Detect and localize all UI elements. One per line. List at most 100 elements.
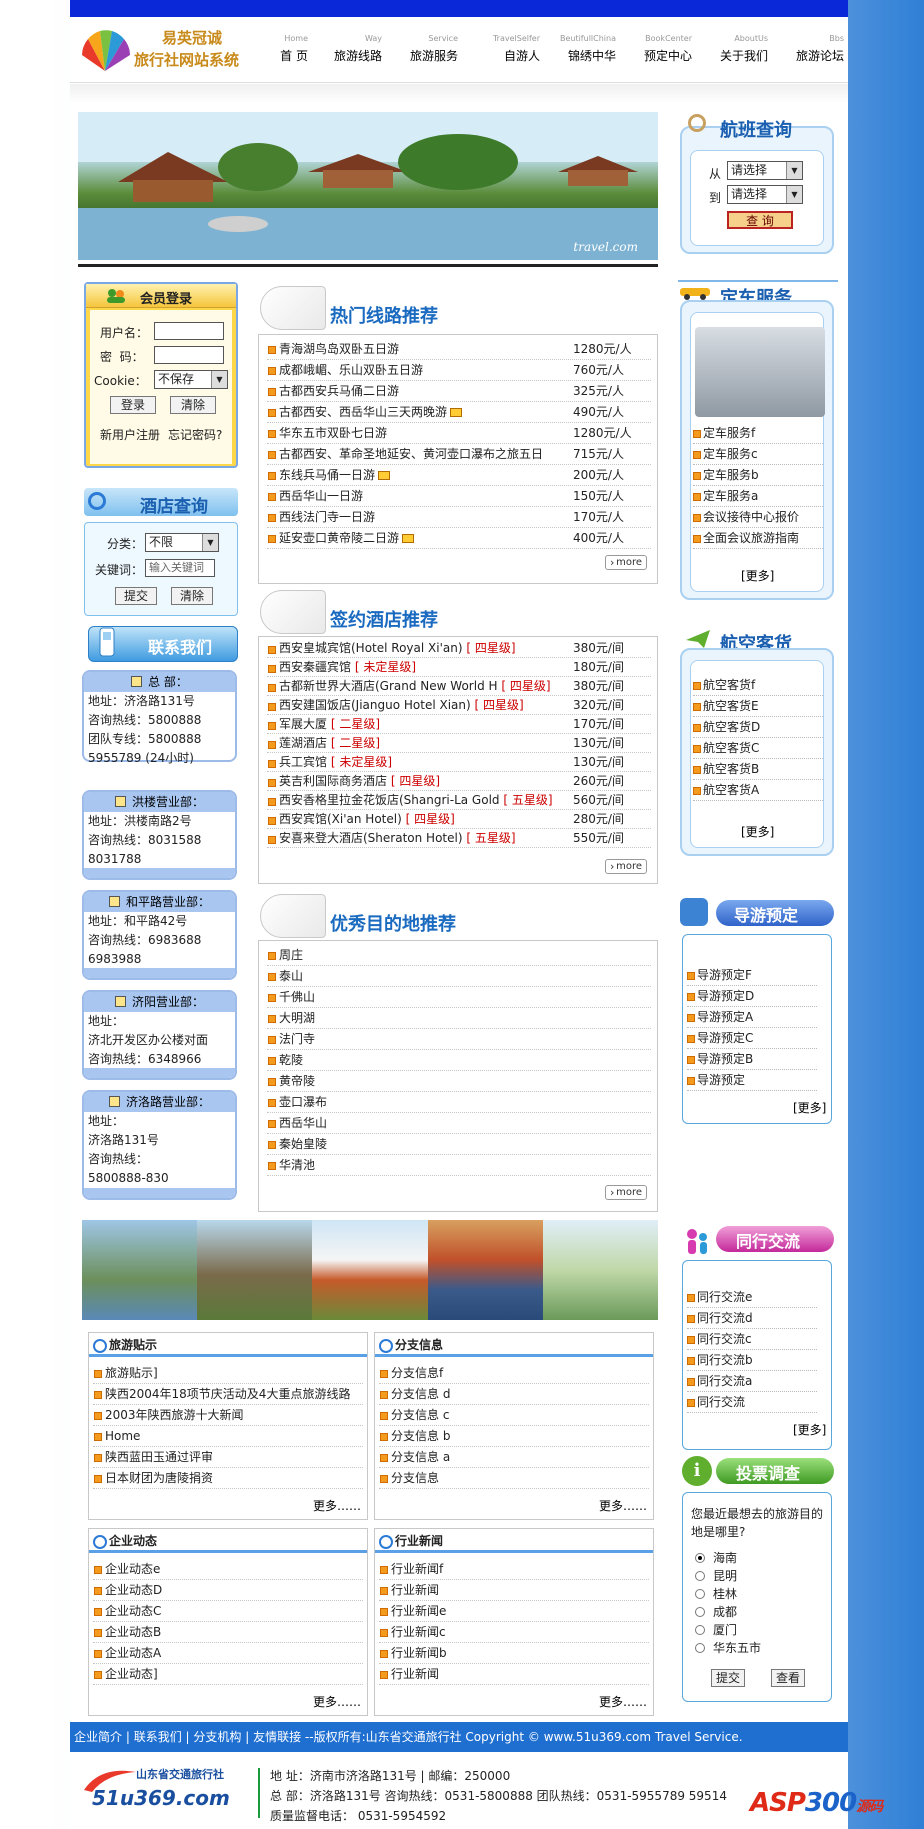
category-select[interactable]: 不限 ▼ xyxy=(145,533,219,552)
list-item[interactable]: 分支信息 a xyxy=(379,1447,649,1468)
nav-beautiful-china[interactable]: BeutifullChina 锦绣中华 xyxy=(548,31,616,79)
list-item[interactable]: 乾陵 xyxy=(267,1050,651,1071)
table-row[interactable]: 青海湖鸟岛双卧五日游 1280元/人 xyxy=(267,339,651,360)
vote-option-0[interactable]: 海南 xyxy=(695,1549,737,1567)
list-item[interactable]: 行业新闻 xyxy=(379,1580,649,1601)
vote-option-1[interactable]: 昆明 xyxy=(695,1567,737,1585)
list-item[interactable]: 分支信息f xyxy=(379,1363,649,1384)
list-item[interactable]: 导游预定F xyxy=(687,965,817,986)
table-row[interactable]: 西安建国饭店(Jianguo Hotel Xian) [ 四星级] 320元/间 xyxy=(267,696,651,715)
login-clear-button[interactable]: 清除 xyxy=(170,396,216,414)
list-item[interactable]: 航空客货C xyxy=(693,738,823,759)
table-row[interactable]: 成都峨嵋、乐山双卧五日游 760元/人 xyxy=(267,360,651,381)
list-item[interactable]: 华清池 xyxy=(267,1155,651,1176)
footer-link-branches[interactable]: 分支机构 xyxy=(193,1730,241,1744)
logo-text[interactable]: 易英冠诚 旅行社网站系统 xyxy=(134,27,239,71)
vote-option-4[interactable]: 厦门 xyxy=(695,1621,737,1639)
hotel-search-clear-button[interactable]: 清除 xyxy=(171,587,213,605)
list-item[interactable]: 同行交流b xyxy=(687,1350,817,1371)
list-item[interactable]: 陕西2004年18项节庆活动及4大重点旅游线路 xyxy=(93,1384,363,1405)
list-item[interactable]: 同行交流 xyxy=(687,1392,817,1413)
list-item[interactable]: 定车服务f xyxy=(693,423,823,444)
car-more-link[interactable]: [更多] xyxy=(741,567,774,584)
vote-option-5[interactable]: 华东五市 xyxy=(695,1639,761,1657)
list-item[interactable]: 导游预定 xyxy=(687,1070,817,1091)
destinations-more-button[interactable]: more xyxy=(605,1185,647,1200)
nav-service[interactable]: Service 旅游服务 xyxy=(390,31,458,79)
table-row[interactable]: 西安宾馆(Xi'an Hotel) [ 四星级] 280元/间 xyxy=(267,810,651,829)
list-item[interactable]: 旅游贴示] xyxy=(93,1363,363,1384)
list-item[interactable]: 定车服务b xyxy=(693,465,823,486)
list-item[interactable]: 企业动态] xyxy=(93,1664,363,1685)
list-item[interactable]: 分支信息 b xyxy=(379,1426,649,1447)
list-item[interactable]: 同行交流a xyxy=(687,1371,817,1392)
table-row[interactable]: 英吉利国际商务酒店 [ 四星级] 260元/间 xyxy=(267,772,651,791)
table-row[interactable]: 东线兵马俑一日游 200元/人 xyxy=(267,465,651,486)
footer-link-contact[interactable]: 联系我们 xyxy=(134,1730,182,1744)
list-item[interactable]: 定车服务c xyxy=(693,444,823,465)
list-item[interactable]: 航空客货D xyxy=(693,717,823,738)
vote-view-button[interactable]: 查看 xyxy=(771,1669,805,1687)
list-item[interactable]: 航空客货A xyxy=(693,780,823,801)
username-input[interactable] xyxy=(154,322,224,340)
radio-icon[interactable] xyxy=(695,1607,705,1617)
radio-icon[interactable] xyxy=(695,1625,705,1635)
flight-from-select[interactable]: 请选择 ▼ xyxy=(727,161,803,180)
list-item[interactable]: 同行交流e xyxy=(687,1287,817,1308)
air-cargo-more-link[interactable]: [更多] xyxy=(741,823,774,840)
list-item[interactable]: 导游预定A xyxy=(687,1007,817,1028)
register-link[interactable]: 新用户注册 xyxy=(100,426,160,443)
branch-more-link[interactable]: 更多…… xyxy=(599,1497,647,1514)
vote-submit-button[interactable]: 提交 xyxy=(711,1669,745,1687)
list-item[interactable]: 泰山 xyxy=(267,966,651,987)
list-item[interactable]: 企业动态e xyxy=(93,1559,363,1580)
company-news-more-link[interactable]: 更多…… xyxy=(313,1693,361,1710)
list-item[interactable]: 秦始皇陵 xyxy=(267,1134,651,1155)
list-item[interactable]: 法门寺 xyxy=(267,1029,651,1050)
list-item[interactable]: 日本财团为唐陵捐资 xyxy=(93,1468,363,1489)
list-item[interactable]: 壶口瀑布 xyxy=(267,1092,651,1113)
tips-more-link[interactable]: 更多…… xyxy=(313,1497,361,1514)
table-row[interactable]: 古都西安、西岳华山三天两晚游 490元/人 xyxy=(267,402,651,423)
list-item[interactable]: 企业动态B xyxy=(93,1622,363,1643)
table-row[interactable]: 安喜来登大酒店(Sheraton Hotel) [ 五星级] 550元/间 xyxy=(267,829,651,848)
flight-to-select[interactable]: 请选择 ▼ xyxy=(727,185,803,204)
list-item[interactable]: 黄帝陵 xyxy=(267,1071,651,1092)
footer-link-intro[interactable]: 企业简介 xyxy=(74,1730,122,1744)
list-item[interactable]: 定车服务a xyxy=(693,486,823,507)
list-item[interactable]: 同行交流c xyxy=(687,1329,817,1350)
table-row[interactable]: 西线法门寺一日游 170元/人 xyxy=(267,507,651,528)
nav-home[interactable]: Home 首 页 xyxy=(270,31,308,79)
list-item[interactable]: 千佛山 xyxy=(267,987,651,1008)
list-item[interactable]: 航空客货B xyxy=(693,759,823,780)
radio-icon[interactable] xyxy=(695,1589,705,1599)
table-row[interactable]: 西安香格里拉金花饭店(Shangri-La Gold [ 五星级] 560元/间 xyxy=(267,791,651,810)
footer-logo[interactable]: 山东省交通旅行社 51u369.com xyxy=(78,1760,230,1820)
vote-option-2[interactable]: 桂林 xyxy=(695,1585,737,1603)
list-item[interactable]: 企业动态C xyxy=(93,1601,363,1622)
list-item[interactable]: 周庄 xyxy=(267,945,651,966)
list-item[interactable]: 行业新闻e xyxy=(379,1601,649,1622)
list-item[interactable]: 企业动态D xyxy=(93,1580,363,1601)
list-item[interactable]: 行业新闻 xyxy=(379,1664,649,1685)
nav-routes[interactable]: Way 旅游线路 xyxy=(316,31,382,79)
password-input[interactable] xyxy=(154,346,224,364)
hotel-search-submit-button[interactable]: 提交 xyxy=(115,587,157,605)
nav-about-us[interactable]: AboutUs 关于我们 xyxy=(700,31,768,79)
table-row[interactable]: 古都西安、革命圣地延安、黄河壶口瀑布之旅五日 715元/人 xyxy=(267,444,651,465)
table-row[interactable]: 西安秦疆宾馆 [ 未定星级] 180元/间 xyxy=(267,658,651,677)
flight-search-button[interactable]: 查 询 xyxy=(727,211,793,229)
radio-icon[interactable] xyxy=(695,1571,705,1581)
list-item[interactable]: Home xyxy=(93,1426,363,1447)
forgot-password-link[interactable]: 忘记密码? xyxy=(168,426,222,443)
list-item[interactable]: 会议接待中心报价 xyxy=(693,507,823,528)
guide-more-link[interactable]: [更多] xyxy=(793,1099,826,1116)
list-item[interactable]: 陕西蓝田玉通过评审 xyxy=(93,1447,363,1468)
login-button[interactable]: 登录 xyxy=(110,396,156,414)
list-item[interactable]: 大明湖 xyxy=(267,1008,651,1029)
table-row[interactable]: 兵工宾馆 [ 未定星级] 130元/间 xyxy=(267,753,651,772)
radio-checked-icon[interactable] xyxy=(695,1553,705,1563)
footer-link-friends[interactable]: 友情联接 xyxy=(253,1730,301,1744)
list-item[interactable]: 2003年陕西旅游十大新闻 xyxy=(93,1405,363,1426)
list-item[interactable]: 企业动态A xyxy=(93,1643,363,1664)
